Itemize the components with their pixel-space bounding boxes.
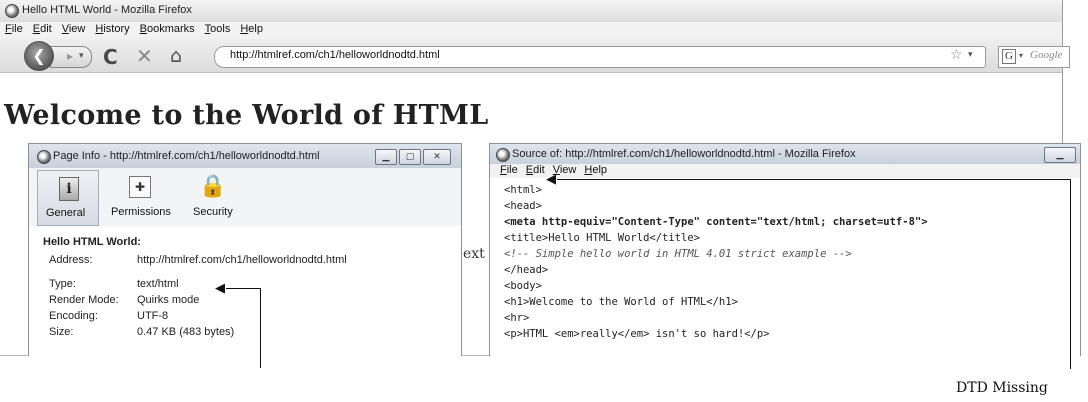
size-value: 0.47 KB (483 bytes) [137, 326, 235, 338]
close-button[interactable]: ✕ [423, 149, 451, 165]
menu-history[interactable]: History [95, 23, 129, 35]
tab-general[interactable]: i General [37, 170, 99, 226]
browser-window-title: Hello HTML World - Mozilla Firefox [22, 4, 192, 16]
annotation-arrow-line [557, 179, 1071, 180]
render-mode-value: Quirks mode [137, 294, 200, 306]
source-line: <h1>Welcome to the World of HTML</h1> [504, 296, 738, 308]
source-line: <p>HTML <em>really</em> isn't so hard!</… [504, 328, 770, 340]
page-info-title: Page Info - http://htmlref.com/ch1/hello… [53, 150, 320, 162]
page-heading: Welcome to the World of HTML [4, 100, 489, 131]
google-engine-icon[interactable]: G [1002, 49, 1016, 64]
source-comment-line: <!-- Simple hello world in HTML 4.01 str… [504, 248, 852, 260]
view-source-titlebar: Source of: http://htmlref.com/ch1/hellow… [490, 144, 1080, 164]
address-value: http://htmlref.com/ch1/helloworldnodtd.h… [137, 254, 347, 266]
padlock-icon: 🔒 [199, 174, 227, 199]
tab-permissions-label: Permissions [111, 206, 171, 218]
stop-icon[interactable]: ✕ [136, 44, 153, 68]
address-url[interactable]: http://htmlref.com/ch1/helloworldnodtd.h… [230, 49, 440, 61]
page-info-general-panel: Hello HTML World: Address: http://htmlre… [29, 226, 461, 356]
menu-view[interactable]: View [62, 23, 86, 35]
minimize-button[interactable]: ▁ [1044, 147, 1076, 163]
menu-file[interactable]: File [5, 23, 23, 35]
firefox-logo-icon [37, 150, 51, 164]
dropdown-arrow-icon: ▾ [79, 51, 84, 61]
minimize-button[interactable]: ▁ [375, 149, 397, 165]
browser-titlebar: Hello HTML World - Mozilla Firefox [0, 0, 1062, 23]
view-source-window: Source of: http://htmlref.com/ch1/hellow… [489, 143, 1081, 356]
source-line: <hr> [504, 312, 530, 324]
encoding-value: UTF-8 [137, 310, 169, 322]
source-line: <head> [504, 200, 542, 212]
view-source-title: Source of: http://htmlref.com/ch1/hellow… [512, 148, 856, 160]
source-line: <body> [504, 280, 542, 292]
tab-security-label: Security [193, 206, 233, 218]
menu-tools[interactable]: Tools [205, 23, 231, 35]
source-line: </head> [504, 264, 549, 276]
page-info-window: Page Info - http://htmlref.com/ch1/hello… [28, 143, 462, 356]
annotation-arrow-line [226, 288, 261, 289]
source-line: <title>Hello HTML World</title> [504, 232, 700, 244]
document-title: Hello HTML World: [43, 236, 141, 248]
home-icon[interactable]: ⌂ [170, 45, 182, 67]
reload-icon[interactable]: C [103, 45, 118, 69]
encoding-label: Encoding: [49, 310, 98, 322]
firefox-logo-icon [5, 4, 19, 18]
annotation-arrow-line [260, 288, 261, 368]
render-mode-label: Render Mode: [49, 294, 119, 306]
engine-dropdown-icon[interactable]: ▾ [1019, 51, 1023, 60]
arrowhead-left-icon: ◀ [215, 281, 225, 296]
menu-help[interactable]: Help [240, 23, 263, 35]
info-document-icon: i [59, 177, 79, 201]
history-dropdown-icon[interactable]: ▾ [968, 50, 973, 60]
view-source-menubar: File Edit View Help [490, 164, 1080, 178]
page-body-fragment: ext [463, 246, 485, 262]
bookmark-star-icon[interactable]: ☆ [950, 47, 963, 63]
address-label: Address: [49, 254, 93, 266]
back-arrow-icon: ❮ [32, 46, 46, 65]
menu-bookmarks[interactable]: Bookmarks [140, 23, 195, 35]
size-label: Size: [49, 326, 74, 338]
maximize-button[interactable]: ▢ [399, 149, 421, 165]
menu-edit[interactable]: Edit [526, 164, 545, 176]
browser-menubar: File Edit View History Bookmarks Tools H… [0, 22, 1062, 38]
dtd-missing-annotation: DTD Missing [956, 380, 1048, 396]
tab-permissions[interactable]: ✚ Permissions [111, 174, 171, 224]
search-placeholder[interactable]: Google [1030, 49, 1062, 61]
type-value: text/html [137, 278, 179, 290]
forward-arrow-icon: ▸ [67, 49, 74, 63]
source-line: <html> [504, 184, 542, 196]
back-button[interactable]: ❮ [24, 41, 54, 71]
arrowhead-left-icon: ◀ [546, 172, 556, 187]
tab-general-label: General [46, 207, 86, 219]
menu-help[interactable]: Help [584, 164, 607, 176]
forward-button[interactable]: ▸ ▾ [50, 46, 92, 68]
source-line: <meta http-equiv="Content-Type" content=… [504, 216, 928, 228]
page-info-titlebar: Page Info - http://htmlref.com/ch1/hello… [29, 144, 461, 168]
type-label: Type: [49, 278, 76, 290]
annotation-arrow-line [1070, 179, 1071, 369]
menu-file[interactable]: File [500, 164, 518, 176]
tab-security[interactable]: 🔒 Security [187, 174, 239, 224]
menu-view[interactable]: View [553, 164, 577, 176]
firefox-logo-icon [496, 148, 510, 162]
permissions-icon: ✚ [129, 176, 151, 198]
menu-edit[interactable]: Edit [33, 23, 52, 35]
